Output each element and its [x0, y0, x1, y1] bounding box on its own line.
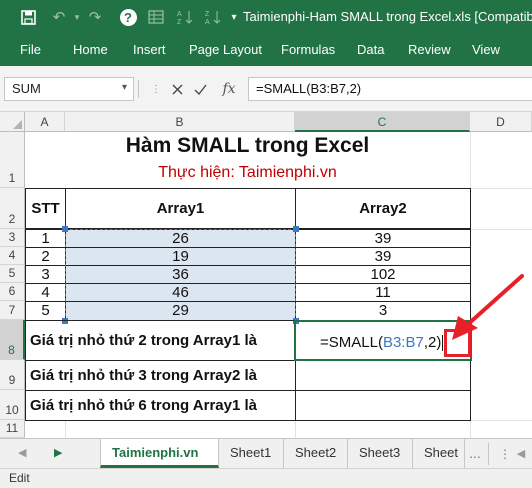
select-all-corner[interactable]: [0, 112, 25, 132]
table-cell[interactable]: 4: [25, 283, 66, 302]
gridline: [470, 229, 532, 230]
status-mode: Edit: [9, 471, 30, 485]
sheet-tab-taimienphi[interactable]: Taimienphi.vn: [100, 439, 219, 468]
header-array2[interactable]: Array2: [295, 188, 471, 229]
row-header-6[interactable]: 6: [0, 283, 25, 301]
question-label[interactable]: Giá trị nhỏ thứ 3 trong Array2 là: [25, 360, 296, 391]
tab-home[interactable]: Home: [73, 42, 108, 57]
more-tabs-button[interactable]: ...: [465, 441, 485, 465]
column-header-c[interactable]: C: [295, 112, 470, 132]
tab-data[interactable]: Data: [357, 42, 384, 57]
tab-view[interactable]: View: [472, 42, 500, 57]
table-cell[interactable]: 36: [65, 265, 296, 284]
tab-formulas[interactable]: Formulas: [281, 42, 335, 57]
tab-review[interactable]: Review: [408, 42, 451, 57]
tab-insert[interactable]: Insert: [133, 42, 166, 57]
table-cell[interactable]: 5: [25, 301, 66, 321]
ribbon-tabs: File Home Insert Page Layout Formulas Da…: [0, 34, 532, 66]
tab-page-layout[interactable]: Page Layout: [189, 42, 262, 57]
grip-icon: ⋮: [151, 83, 161, 95]
header-stt[interactable]: STT: [25, 188, 66, 229]
scroll-tabs-right-icon[interactable]: ▶: [54, 446, 62, 459]
formula-input[interactable]: =SMALL(B3:B7,2): [248, 77, 532, 101]
row-header-2[interactable]: 2: [0, 188, 25, 229]
sheet-tab-sheet1[interactable]: Sheet1: [219, 439, 284, 468]
column-header-a[interactable]: A: [25, 112, 65, 132]
row-header-7[interactable]: 7: [0, 301, 25, 320]
table-cell[interactable]: 26: [65, 229, 296, 248]
row-header-9[interactable]: 9: [0, 360, 25, 390]
table-cell[interactable]: 46: [65, 283, 296, 302]
table-cell[interactable]: 39: [295, 247, 471, 266]
formula-bar-divider: [138, 80, 139, 98]
scroll-left-icon[interactable]: ◀: [512, 445, 530, 463]
row-header-8[interactable]: 8: [0, 320, 25, 360]
status-bar: Edit: [0, 468, 532, 488]
redo-icon[interactable]: ↷: [83, 5, 107, 29]
table-cell[interactable]: 2: [25, 247, 66, 266]
form-icon[interactable]: [144, 5, 168, 29]
table-cell[interactable]: 1: [25, 229, 66, 248]
row-header-1[interactable]: 1: [0, 132, 25, 188]
cancel-icon[interactable]: [165, 77, 189, 101]
gridline: [295, 420, 296, 438]
title-bar: ↶ ▾ ↷ ? AZ ZA ▾ Taimienphi-Ham SMALL tro…: [0, 0, 532, 34]
sheet-tab-sheet2[interactable]: Sheet2: [284, 439, 348, 468]
answer-cell[interactable]: [295, 390, 471, 421]
row-header-4[interactable]: 4: [0, 247, 25, 265]
sheet-tabs-bar: ◀ ▶ Taimienphi.vn Sheet1 Sheet2 Sheet3 S…: [0, 438, 532, 468]
range-handle[interactable]: [293, 226, 299, 232]
sheet-tab-sheet4[interactable]: Sheet: [413, 439, 465, 468]
tab-file[interactable]: File: [20, 42, 41, 57]
table-cell[interactable]: 39: [295, 229, 471, 248]
scroll-tabs-left-icon[interactable]: ◀: [18, 446, 26, 459]
sheet-tab-sheet3[interactable]: Sheet3: [348, 439, 413, 468]
header-array1[interactable]: Array1: [65, 188, 296, 229]
chevron-down-icon[interactable]: ▾: [122, 82, 127, 93]
svg-text:A: A: [177, 11, 182, 18]
window-title: Taimienphi-Ham SMALL trong Excel.xls [Co…: [243, 9, 532, 24]
sort-ascending-icon[interactable]: AZ: [173, 5, 197, 29]
table-cell[interactable]: 19: [65, 247, 296, 266]
help-icon[interactable]: ?: [116, 5, 140, 29]
table-cell[interactable]: 3: [25, 265, 66, 284]
editing-formula[interactable]: =SMALL(B3:B7,2): [320, 334, 444, 352]
svg-text:A: A: [205, 19, 210, 25]
annotation-arrow-icon: [452, 274, 524, 340]
enter-icon[interactable]: [188, 77, 212, 101]
svg-text:Z: Z: [205, 11, 210, 18]
row-header-10[interactable]: 10: [0, 390, 25, 420]
sheet-title[interactable]: Hàm SMALL trong Excel: [25, 133, 470, 159]
column-header-d[interactable]: D: [470, 112, 532, 132]
gridline: [65, 420, 66, 438]
range-handle[interactable]: [62, 226, 68, 232]
row-header-11[interactable]: 11: [0, 420, 25, 438]
answer-cell[interactable]: [295, 360, 471, 391]
row-header-5[interactable]: 5: [0, 265, 25, 283]
sheet-subtitle[interactable]: Thực hiện: Taimienphi.vn: [25, 160, 470, 186]
question-label[interactable]: Giá trị nhỏ thứ 6 trong Array1 là: [25, 390, 296, 421]
name-box-value: SUM: [12, 81, 41, 96]
save-icon[interactable]: [16, 5, 40, 29]
formula-bar: SUM ▾ ⋮ fx =SMALL(B3:B7,2): [0, 66, 532, 112]
insert-function-icon[interactable]: fx: [216, 77, 242, 101]
gridline: [470, 188, 532, 189]
tabs-divider: [488, 443, 489, 465]
svg-text:Z: Z: [177, 19, 182, 25]
table-cell[interactable]: 29: [65, 301, 296, 321]
name-box[interactable]: SUM ▾: [4, 77, 134, 101]
row-header-3[interactable]: 3: [0, 229, 25, 247]
question-label[interactable]: Giá trị nhỏ thứ 2 trong Array1 là: [25, 320, 296, 361]
column-header-b[interactable]: B: [65, 112, 295, 132]
